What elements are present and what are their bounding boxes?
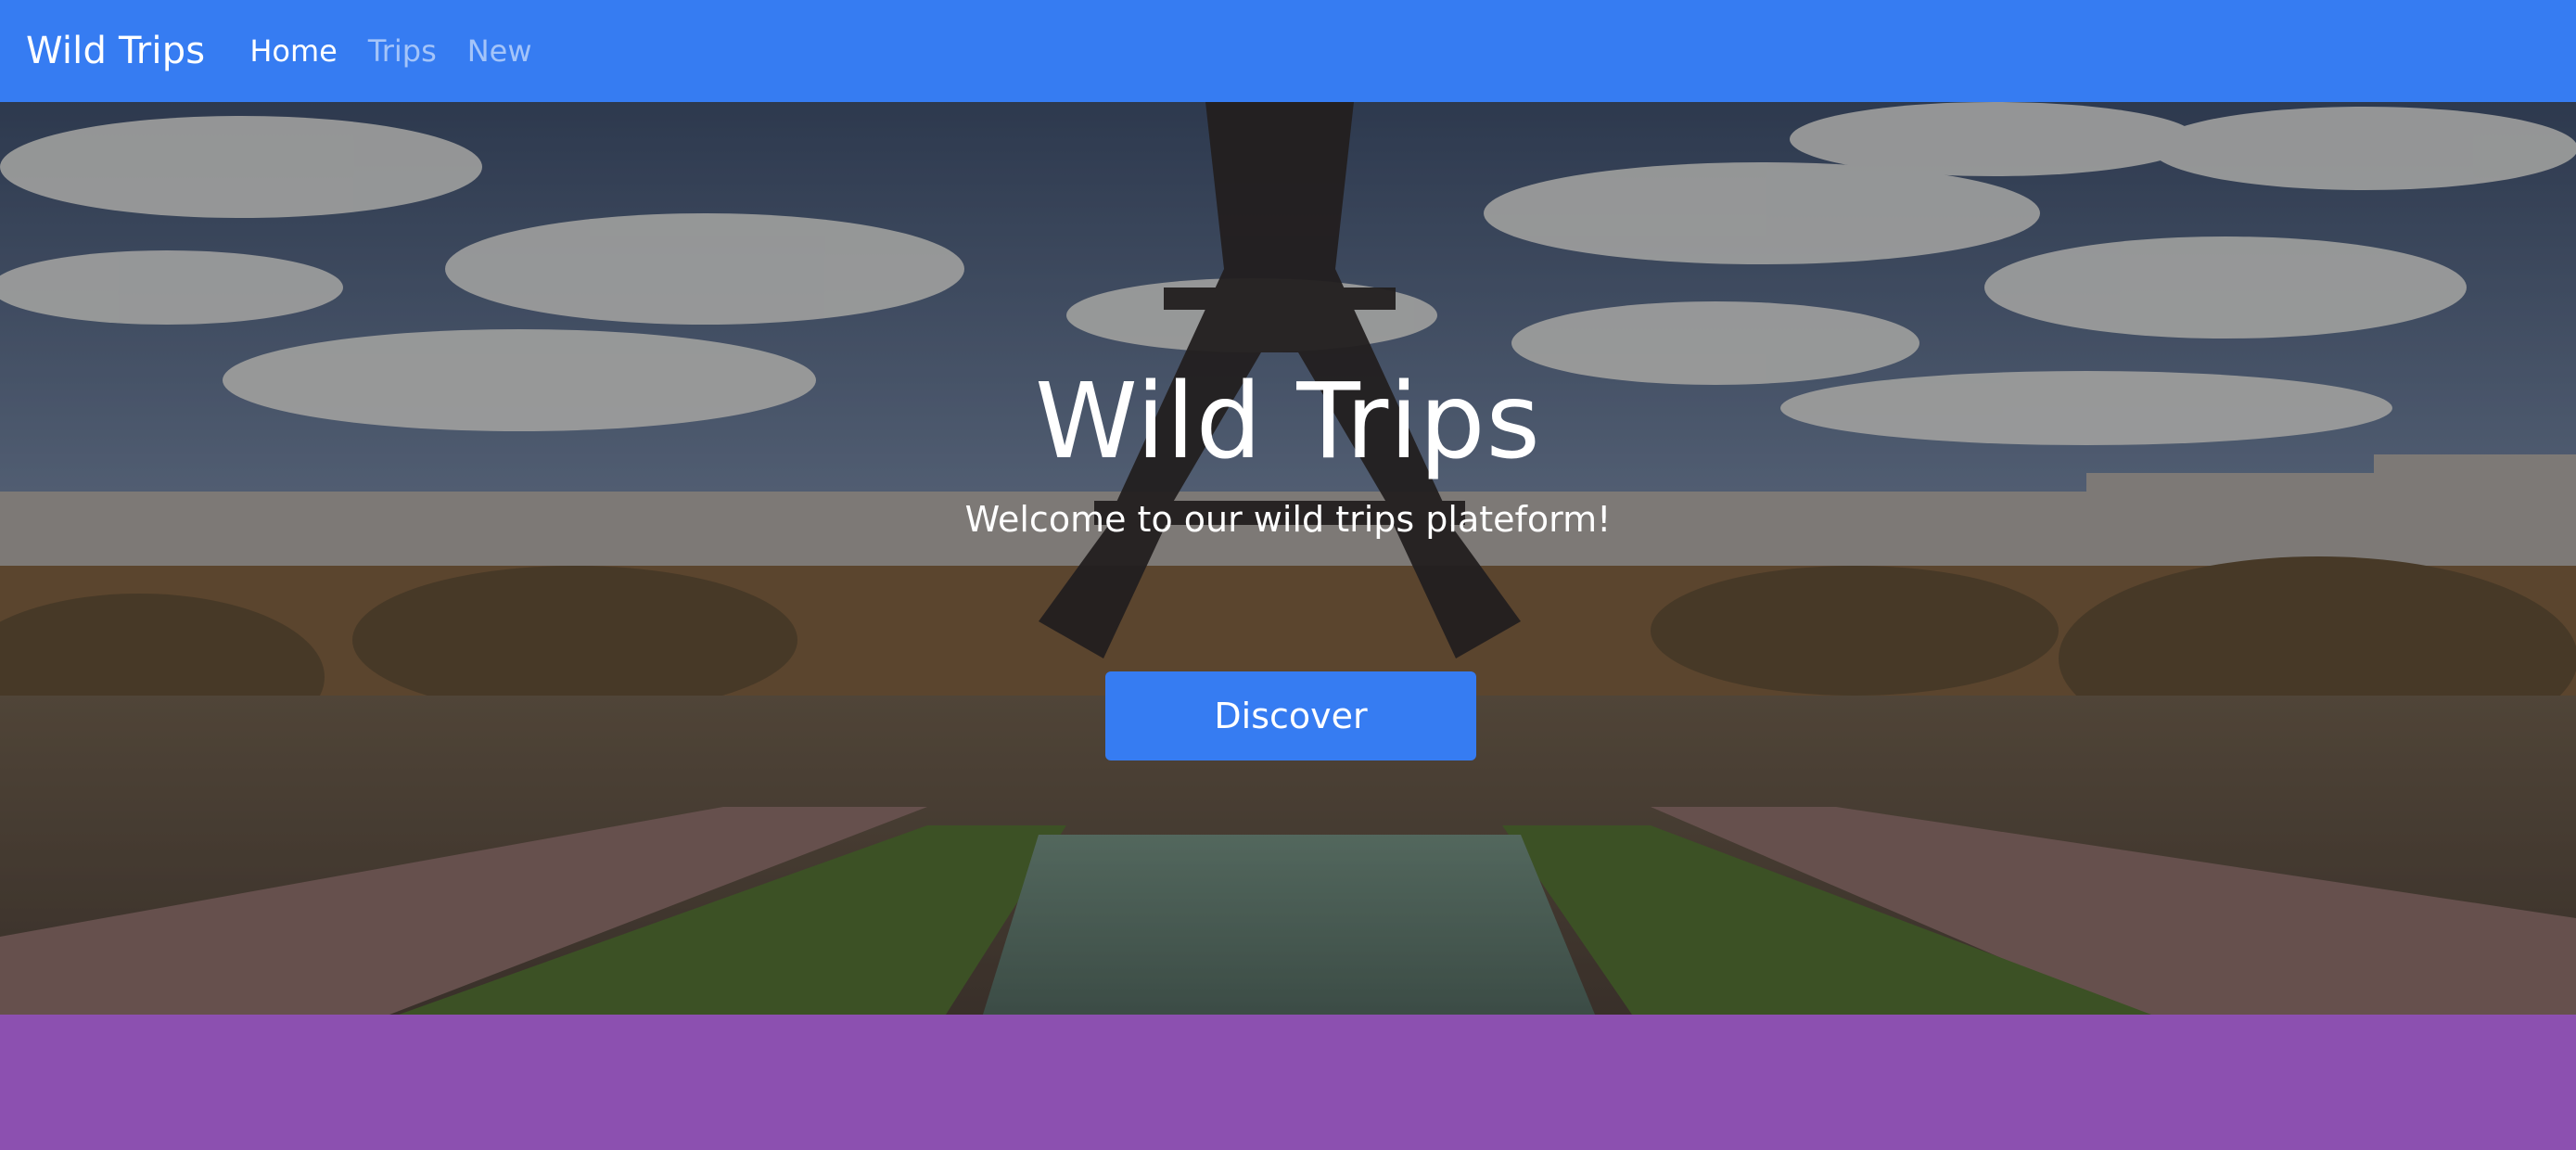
hero-title: Wild Trips: [1035, 362, 1541, 482]
brand-link[interactable]: Wild Trips: [26, 30, 205, 72]
nav-link-new[interactable]: New: [467, 33, 532, 69]
footer-band: [0, 1015, 2576, 1150]
nav-link-home[interactable]: Home: [249, 33, 338, 69]
hero-section: Wild Trips Welcome to our wild trips pla…: [0, 102, 2576, 1015]
hero-overlay: [0, 102, 2576, 1015]
top-navbar: Wild Trips Home Trips New: [0, 0, 2576, 102]
nav-link-trips[interactable]: Trips: [368, 33, 437, 69]
discover-button[interactable]: Discover: [1105, 671, 1476, 760]
hero-subtitle: Welcome to our wild trips plateform!: [964, 499, 1612, 540]
